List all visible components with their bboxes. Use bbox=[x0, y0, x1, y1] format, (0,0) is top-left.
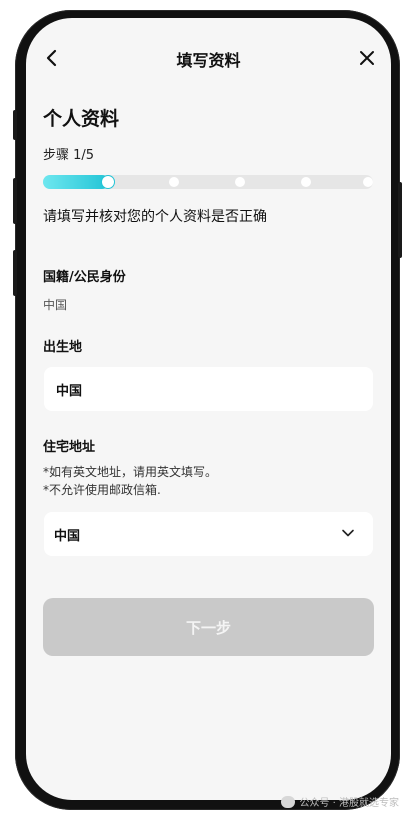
instruction-text: 请填写并核对您的个人资料是否正确 bbox=[43, 209, 267, 225]
step-dot-2 bbox=[169, 177, 179, 187]
birthplace-input-value: 中国 bbox=[56, 383, 83, 399]
step-dot-5 bbox=[363, 177, 373, 187]
address-label: 住宅地址 bbox=[43, 440, 96, 455]
step-progress-bar bbox=[43, 175, 373, 189]
address-note-pobox: *不允许使用邮政信箱. bbox=[43, 483, 161, 497]
address-country-select[interactable]: 中国 bbox=[44, 512, 373, 556]
header-bar: 填写资料 bbox=[26, 38, 391, 78]
close-button[interactable] bbox=[355, 46, 379, 70]
wechat-icon bbox=[281, 795, 296, 808]
next-step-button[interactable]: 下一步 bbox=[43, 598, 374, 656]
nationality-label: 国籍/公民身份 bbox=[43, 270, 126, 285]
step-dot-4 bbox=[301, 177, 311, 187]
address-select-value: 中国 bbox=[54, 528, 81, 544]
section-title: 个人资料 bbox=[43, 108, 120, 130]
phone-side-button-top bbox=[13, 110, 17, 140]
app-screen: 填写资料 个人资料 步骤 1/5 请填写并核对您的个人资料是否正确 国籍/公民身… bbox=[26, 18, 391, 800]
page-title: 填写资料 bbox=[176, 51, 241, 70]
watermark-text: 公众号 · 港股就选专家 bbox=[299, 798, 399, 809]
phone-power-button bbox=[398, 182, 402, 258]
step-dot-1 bbox=[102, 176, 114, 188]
birthplace-label: 出生地 bbox=[43, 340, 83, 355]
phone-side-button-mid bbox=[13, 178, 17, 224]
phone-side-button-low bbox=[13, 250, 17, 296]
close-icon bbox=[360, 51, 374, 65]
birthplace-input[interactable]: 中国 bbox=[44, 367, 373, 411]
address-note-english: *如有英文地址，请用英文填写。 bbox=[43, 465, 218, 479]
chevron-down-icon bbox=[342, 529, 354, 537]
watermark: 公众号 · 港股就选专家 bbox=[281, 794, 399, 809]
progress-fill bbox=[43, 175, 109, 189]
step-dot-3 bbox=[235, 177, 245, 187]
nationality-value: 中国 bbox=[43, 298, 68, 312]
step-label: 步骤 1/5 bbox=[43, 148, 95, 163]
